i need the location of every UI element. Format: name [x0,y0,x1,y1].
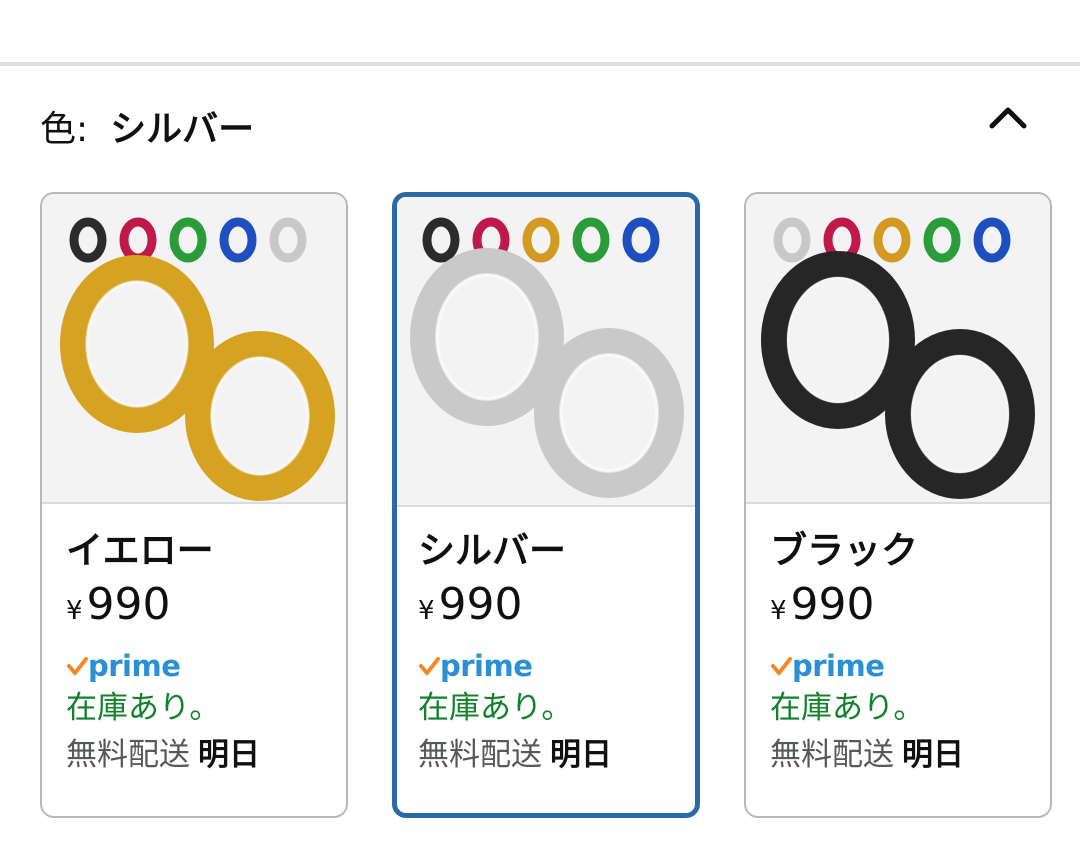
color-swatch-icon [169,217,207,263]
currency-symbol: ¥ [770,596,787,626]
price-value: 990 [86,579,171,630]
delivery-info: 無料配送 明日 [418,730,685,780]
delivery-info: 無料配送 明日 [770,730,1040,780]
color-swatch-icon [923,217,961,263]
delivery-date: 明日 [198,737,260,773]
currency-symbol: ¥ [66,596,83,626]
variant-price: ¥990 [66,578,336,632]
price-value: 990 [790,579,875,630]
coil-image [761,217,1035,499]
top-divider [0,62,1080,66]
color-swatch-icon [269,217,307,263]
color-swatch-icon [522,217,560,263]
coil-image [410,217,684,498]
delivery-info: 無料配送 明日 [66,730,336,780]
product-image [746,194,1050,504]
color-swatch-icon [873,217,911,263]
delivery-label: 無料配送 [418,737,542,773]
delivery-label: 無料配送 [770,737,894,773]
variant-card-silver[interactable]: シルバー ¥990 prime 在庫あり。 無料配送 明日 [392,192,700,818]
prime-badge: prime [66,646,336,686]
wire-coils [60,255,335,501]
color-swatch-icon [773,217,811,263]
selected-color-value: シルバー [110,109,255,150]
color-selector-header: 色: シルバー [40,100,254,152]
wire-coils [410,248,684,498]
wire-coils [761,251,1035,499]
color-swatch-icon [973,217,1011,263]
prime-check-icon [771,657,792,675]
color-swatch-icon [219,217,257,263]
prime-text: prime [88,649,181,683]
prime-text: prime [792,649,885,683]
prime-check-icon [419,657,440,675]
delivery-label: 無料配送 [66,737,190,773]
swatch-row [422,217,660,263]
variant-name: イエロー [66,529,214,572]
color-swatch-icon [622,217,660,263]
currency-symbol: ¥ [418,596,435,626]
variant-price: ¥990 [418,578,685,632]
coil-image [60,217,335,501]
variant-card-black[interactable]: ブラック ¥990 prime 在庫あり。 無料配送 明日 [744,192,1052,818]
prime-badge: prime [418,646,685,686]
variant-price: ¥990 [770,578,1040,632]
prime-text: prime [440,649,533,683]
product-image [42,194,346,504]
variant-name: シルバー [418,529,566,572]
swatch-row [69,217,307,263]
stock-status: 在庫あり。 [418,690,573,726]
product-image [397,197,695,507]
color-label: 色: [40,109,89,150]
color-swatch-icon [572,217,610,263]
color-swatch-icon [422,217,460,263]
variant-name: ブラック [770,529,918,572]
color-swatch-icon [69,217,107,263]
color-swatch-icon [119,217,157,263]
prime-check-icon [67,657,88,675]
price-value: 990 [438,579,523,630]
chevron-up-icon [989,107,1027,129]
swatch-row [773,217,1011,263]
stock-status: 在庫あり。 [66,690,221,726]
variant-card-yellow[interactable]: イエロー ¥990 prime 在庫あり。 無料配送 明日 [40,192,348,818]
stock-status: 在庫あり。 [770,690,925,726]
prime-badge: prime [770,646,1040,686]
delivery-date: 明日 [550,737,612,773]
delivery-date: 明日 [902,737,964,773]
collapse-button[interactable] [980,96,1036,140]
